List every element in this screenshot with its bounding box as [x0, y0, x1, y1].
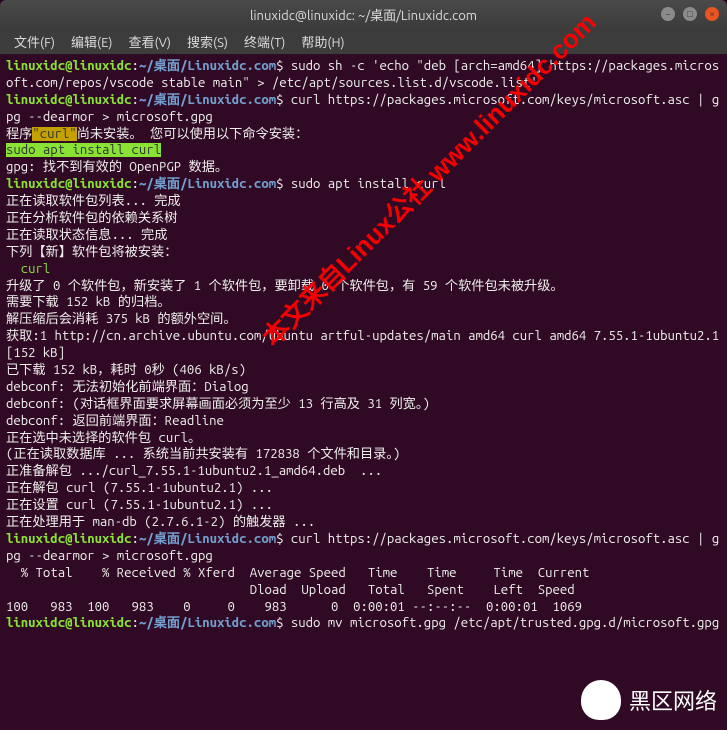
- maximize-button[interactable]: □: [683, 7, 697, 21]
- menu-terminal[interactable]: 终端(T): [238, 30, 291, 53]
- window-controls: − □ ×: [661, 7, 719, 21]
- terminal-output[interactable]: linuxidc@linuxidc:~/桌面/Linuxidc.com$ sud…: [0, 54, 727, 730]
- menu-help[interactable]: 帮助(H): [295, 30, 350, 53]
- menu-view[interactable]: 查看(V): [123, 30, 177, 53]
- minimize-button[interactable]: −: [661, 7, 675, 21]
- menu-file[interactable]: 文件(F): [8, 30, 61, 53]
- gpg-error: gpg: 找不到有效的 OpenPGP 数据。: [6, 160, 228, 174]
- prompt-user: linuxidc@linuxidc: [6, 59, 132, 73]
- highlighted-text: "curl": [32, 127, 76, 141]
- window-title: linuxidc@linuxidc: ~/桌面/Linuxidc.com: [250, 5, 477, 24]
- titlebar: linuxidc@linuxidc: ~/桌面/Linuxidc.com − □…: [0, 0, 727, 28]
- command-text: sudo mv microsoft.gpg /etc/apt/trusted.g…: [291, 616, 719, 630]
- terminal-window: linuxidc@linuxidc: ~/桌面/Linuxidc.com − □…: [0, 0, 727, 730]
- menubar: 文件(F) 编辑(E) 查看(V) 搜索(S) 终端(T) 帮助(H): [0, 28, 727, 54]
- close-button[interactable]: ×: [705, 7, 719, 21]
- menu-search[interactable]: 搜索(S): [181, 30, 234, 53]
- menu-edit[interactable]: 编辑(E): [65, 30, 118, 53]
- suggested-command: sudo apt install curl: [6, 143, 161, 157]
- prompt-path: ~/桌面/Linuxidc.com: [139, 59, 276, 73]
- command-text: sudo apt install curl: [291, 177, 446, 191]
